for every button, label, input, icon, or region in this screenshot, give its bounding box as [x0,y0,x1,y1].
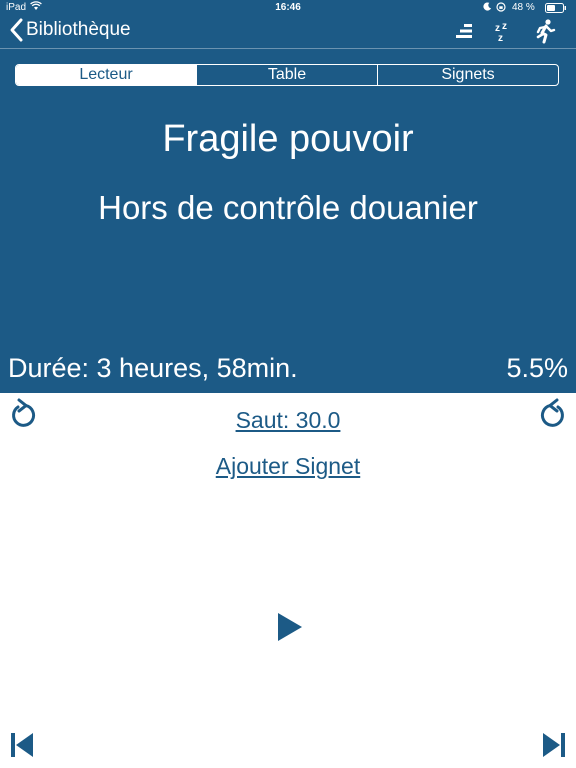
skip-interval-link[interactable]: Saut: 30.0 [0,407,576,434]
duration-text: Durée: 3 heures, 58min. [8,353,298,383]
add-bookmark-link[interactable]: Ajouter Signet [0,453,576,480]
battery-percent: 48 % [512,2,535,13]
running-man-icon[interactable] [532,18,558,44]
back-button-label: Bibliothèque [26,19,131,40]
previous-chapter-button[interactable] [10,732,34,763]
chevron-left-icon [10,18,23,42]
play-icon [278,613,302,641]
battery-icon [545,3,567,16]
rotate-right-icon [540,398,564,427]
orientation-lock-icon [496,2,506,15]
back-button[interactable]: Bibliothèque [8,16,131,44]
chapters-list-icon[interactable] [452,18,478,44]
tab-signets[interactable]: Signets [377,65,558,85]
next-chapter-button[interactable] [542,732,566,763]
tab-lecteur[interactable]: Lecteur [16,65,196,85]
skip-next-icon [543,733,565,757]
chapter-title: Hors de contrôle douanier [98,189,478,226]
skip-forward-button[interactable] [538,398,568,435]
book-title: Fragile pouvoir [162,118,414,160]
status-bar: iPad 16:46 48 % [0,0,576,16]
tab-table[interactable]: Table [196,65,377,85]
view-segmented-control: Lecteur Table Signets [15,64,559,86]
skip-previous-icon [11,733,33,757]
svg-text:z: z [498,33,503,44]
sleep-timer-icon[interactable]: z z z [492,18,518,44]
play-button[interactable] [276,612,304,647]
nav-divider [0,48,576,49]
svg-text:z: z [502,21,507,32]
moon-icon [483,2,492,14]
progress-percent: 5.5% [506,353,568,383]
